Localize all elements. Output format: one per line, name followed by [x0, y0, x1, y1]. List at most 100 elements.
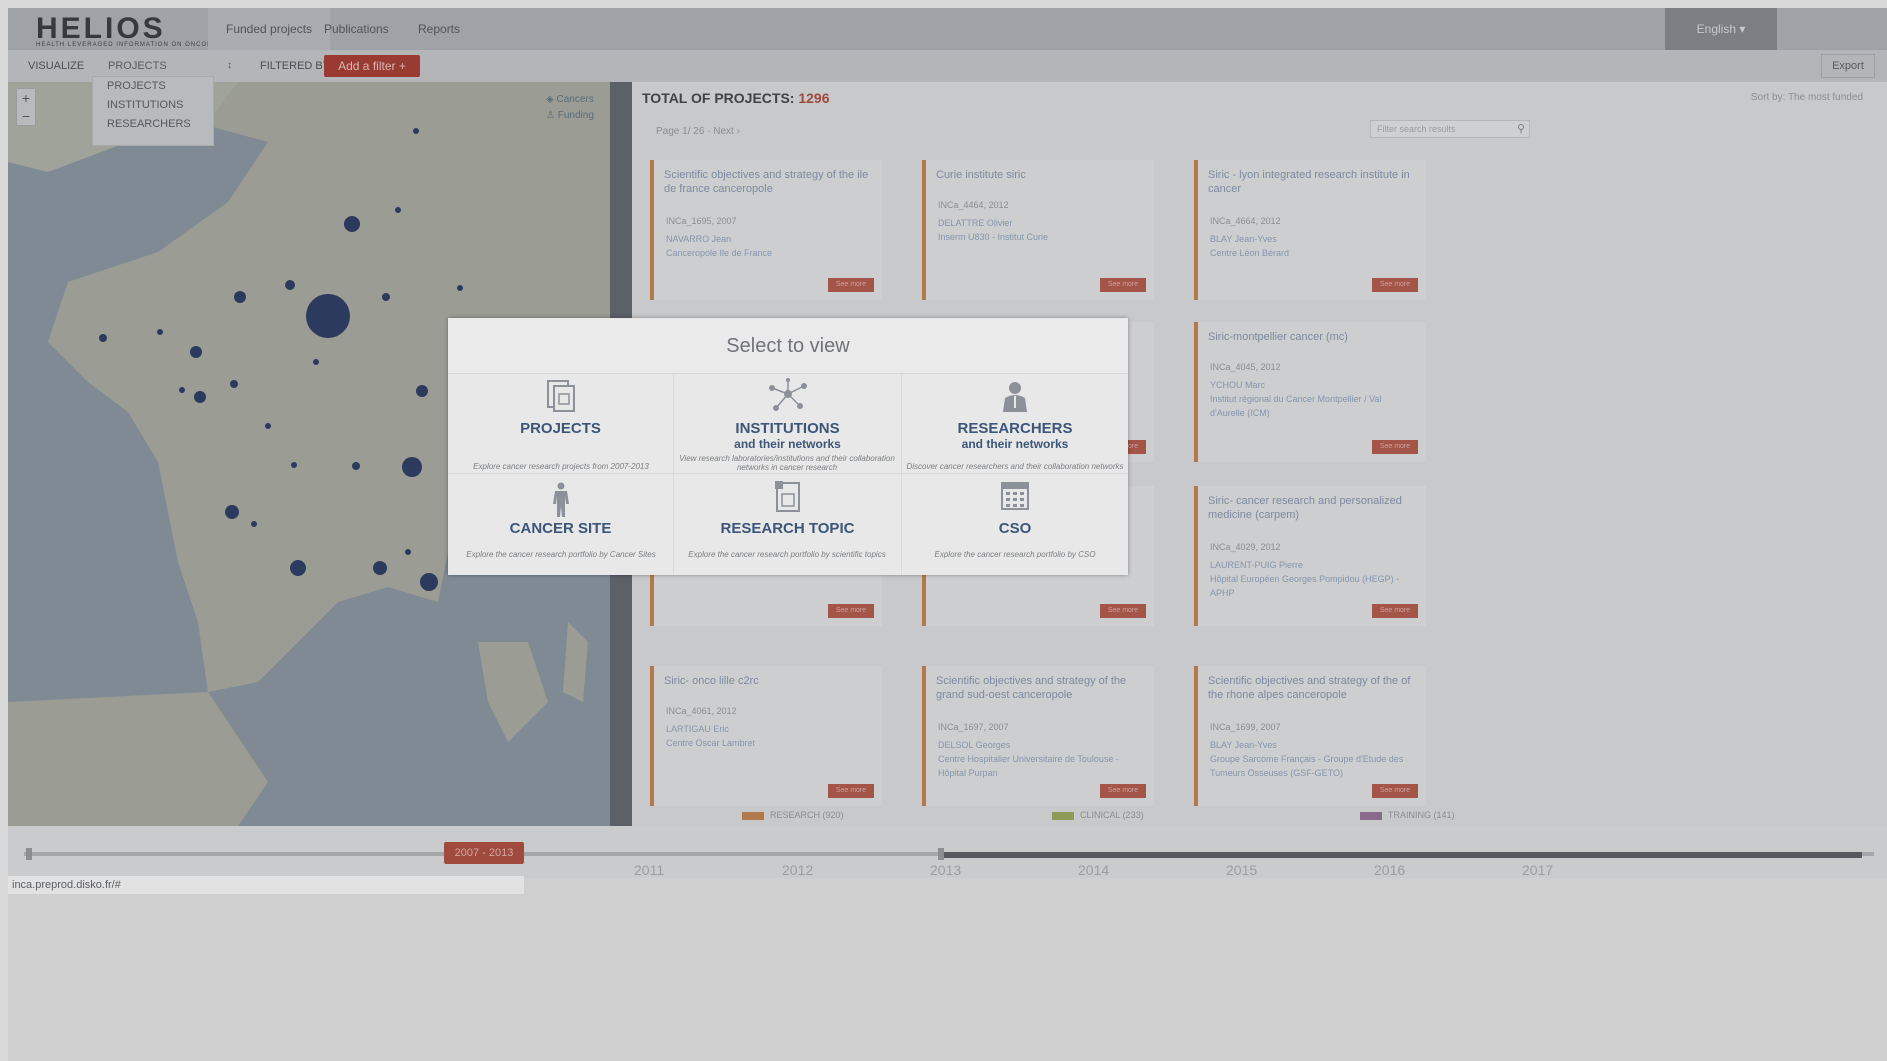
top-navigation: HELIOS HEALTH LEVERAGED INFORMATION ON ON… [8, 8, 1887, 50]
map-marker [405, 549, 411, 555]
project-card[interactable]: Siric - lyon integrated research institu… [1194, 160, 1426, 300]
legend-training[interactable]: TRAINING (141) [1360, 810, 1455, 820]
project-card[interactable]: Siric-montpellier cancer (mc) INCa_4045,… [1194, 322, 1426, 462]
project-card-id: INCa_4664, 2012 [1210, 216, 1281, 226]
project-card-title[interactable]: Siric - lyon integrated research institu… [1208, 168, 1418, 196]
project-card-title[interactable]: Scientific objectives and strategy of th… [664, 168, 874, 196]
map-marker [395, 207, 401, 213]
project-type-legend: RESEARCH (920) CLINICAL (233) TRAINING (… [632, 804, 1887, 824]
export-button[interactable]: Export [1821, 54, 1875, 78]
visualize-dropdown: PROJECTS INSTITUTIONS RESEARCHERS [92, 76, 214, 146]
map-marker-paris [306, 294, 350, 338]
tab-reports[interactable]: Reports [400, 8, 478, 50]
option-research-topic[interactable]: RESEARCH TOPIC Explore the cancer resear… [674, 474, 902, 575]
option-cso[interactable]: CSO Explore the cancer research portfoli… [902, 474, 1128, 575]
option-description: Discover cancer researchers and their co… [906, 462, 1124, 471]
search-icon: ⚲ [1516, 123, 1525, 135]
map-marker [413, 128, 419, 134]
option-sublabel: and their networks [961, 437, 1069, 451]
project-card-title[interactable]: Scientific objectives and strategy of th… [936, 674, 1146, 702]
visualize-label: VISUALIZE [28, 60, 85, 72]
pagination[interactable]: Page 1/ 26 · Next › [656, 126, 740, 137]
visualize-select[interactable]: PROJECTS ↕ [100, 54, 240, 78]
filter-toolbar: VISUALIZE PROJECTS ↕ FILTERED BY Add a fi… [8, 50, 1887, 82]
project-card[interactable]: Scientific objectives and strategy of th… [1194, 666, 1426, 806]
project-card-id: INCa_1699, 2007 [1210, 722, 1281, 732]
option-researchers[interactable]: RESEARCHERS and their networks Discover … [902, 374, 1128, 474]
timeline-handle-end[interactable] [938, 848, 944, 860]
see-more-button[interactable]: See more [828, 278, 874, 292]
timeline-year: 2015 [1226, 862, 1258, 878]
network-icon [674, 378, 901, 417]
sort-by-select[interactable]: Sort by: The most funded [1751, 92, 1863, 103]
select-arrows-icon: ↕ [227, 60, 232, 71]
see-more-button[interactable]: See more [1100, 278, 1146, 292]
project-card-title[interactable]: Siric-montpellier cancer (mc) [1208, 330, 1418, 344]
see-more-button[interactable]: See more [828, 784, 874, 798]
project-card-id: INCa_4061, 2012 [666, 706, 737, 716]
map-marker [265, 423, 271, 429]
project-card[interactable]: Scientific objectives and strategy of th… [922, 666, 1154, 806]
project-card-id: INCa_1697, 2007 [938, 722, 1009, 732]
option-description: Explore the cancer research portfolio by… [688, 550, 886, 559]
map-marker [416, 385, 428, 397]
map-marker [179, 387, 185, 393]
map-marker [344, 216, 360, 232]
dropdown-option-institutions[interactable]: INSTITUTIONS [93, 96, 213, 115]
project-card-people: DELSOL Georges Centre Hospitalier Univers… [938, 740, 1119, 778]
map-marker [190, 346, 202, 358]
person-icon [902, 380, 1128, 417]
timeline: 2007 - 2013 2011 2012 2013 2014 2015 201… [8, 826, 1887, 878]
see-more-button[interactable]: See more [1100, 604, 1146, 618]
next-arrow-icon: › [736, 126, 740, 137]
project-card[interactable]: Scientific objectives and strategy of th… [650, 160, 882, 300]
results-search-input[interactable]: Filter search results ⚲ [1370, 120, 1530, 138]
legend-clinical[interactable]: CLINICAL (233) [1052, 810, 1144, 820]
see-more-button[interactable]: See more [1372, 784, 1418, 798]
timeline-year: 2013 [930, 862, 962, 878]
filtered-by-label: FILTERED BY [260, 60, 331, 72]
project-card-title[interactable]: Curie institute siric [936, 168, 1146, 182]
see-more-button[interactable]: See more [1372, 440, 1418, 454]
project-card-title[interactable]: Siric- cancer research and personalized … [1208, 494, 1418, 522]
language-selector[interactable]: English ▾ [1665, 8, 1777, 50]
project-card-people: DELATTRE Olivier Inserm U830 - Institut C… [938, 218, 1049, 242]
map-marker [99, 334, 107, 342]
modal-options-grid: PROJECTS Explore cancer research project… [448, 374, 1128, 575]
project-card-id: INCa_4464, 2012 [938, 200, 1009, 210]
option-sublabel: and their networks [734, 437, 841, 451]
modal-title: Select to view [448, 318, 1128, 374]
project-card-people: BLAY Jean-Yves Groupe Sarcome Français - … [1210, 740, 1404, 778]
add-filter-button[interactable]: Add a filter + [324, 55, 420, 77]
timeline-track-inactive[interactable] [944, 852, 1862, 858]
map-marker [291, 462, 297, 468]
timeline-range-label[interactable]: 2007 - 2013 [444, 842, 524, 864]
map-marker-lyon [402, 457, 422, 477]
project-card[interactable]: Siric- cancer research and personalized … [1194, 486, 1426, 626]
dropdown-option-projects[interactable]: PROJECTS [93, 77, 213, 96]
map-marker [194, 391, 206, 403]
topic-document-icon [674, 480, 901, 517]
map-marker [234, 291, 246, 303]
option-cancer-site[interactable]: CANCER SITE Explore the cancer research … [448, 474, 674, 575]
option-projects[interactable]: PROJECTS Explore cancer research project… [448, 374, 674, 474]
project-card-title[interactable]: Scientific objectives and strategy of th… [1208, 674, 1418, 702]
logo[interactable]: HELIOS HEALTH LEVERAGED INFORMATION ON ON… [36, 12, 228, 48]
dropdown-option-researchers[interactable]: RESEARCHERS [93, 115, 213, 134]
see-more-button[interactable]: See more [1372, 278, 1418, 292]
see-more-button[interactable]: See more [1100, 784, 1146, 798]
map-marker [230, 380, 238, 388]
timeline-handle-start[interactable] [26, 848, 32, 860]
project-card-title[interactable]: Siric- onco lille c2rc [664, 674, 874, 688]
tab-publications[interactable]: Publications [306, 8, 407, 50]
project-card[interactable]: Siric- onco lille c2rc INCa_4061, 2012 L… [650, 666, 882, 806]
see-more-button[interactable]: See more [1372, 604, 1418, 618]
legend-research[interactable]: RESEARCH (920) [742, 810, 844, 820]
see-more-button[interactable]: See more [828, 604, 874, 618]
option-description: Explore the cancer research portfolio by… [934, 550, 1096, 559]
option-description: View research laboratories/institutions … [679, 454, 895, 472]
map-marker [251, 521, 257, 527]
project-card[interactable]: Curie institute siric INCa_4464, 2012 DE… [922, 160, 1154, 300]
option-institutions[interactable]: INSTITUTIONS and their networks View res… [674, 374, 902, 474]
map-marker [373, 561, 387, 575]
